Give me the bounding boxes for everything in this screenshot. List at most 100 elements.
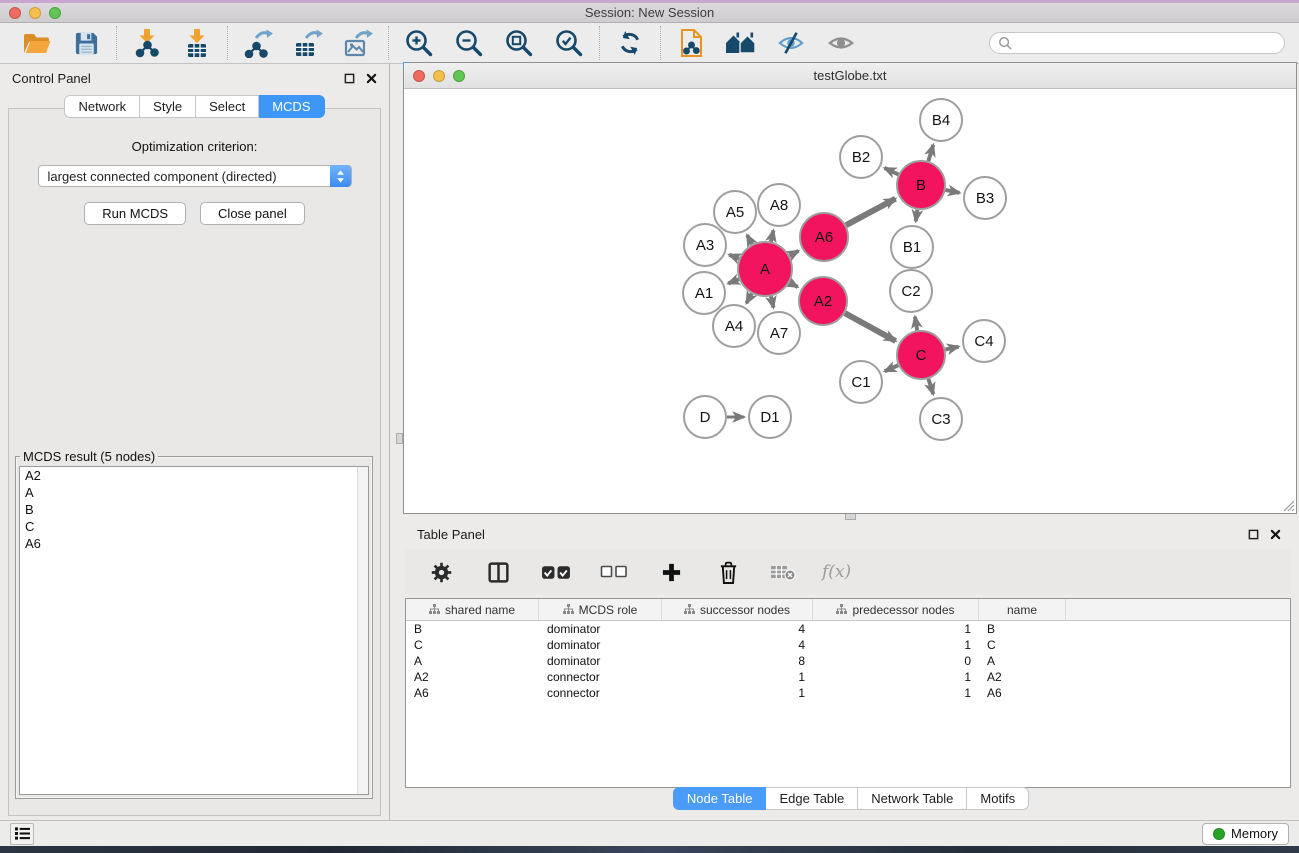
houses-icon[interactable] xyxy=(725,27,757,59)
result-item[interactable]: C xyxy=(20,518,368,535)
graph-edge-A-A2[interactable] xyxy=(790,283,798,287)
cell-shared-name[interactable]: C xyxy=(406,638,539,652)
graph-edge-C-C3[interactable] xyxy=(928,379,933,394)
zoom-fit-icon[interactable] xyxy=(503,27,535,59)
column-header-successor-nodes[interactable]: successor nodes xyxy=(662,599,813,620)
cell-name[interactable]: A6 xyxy=(979,686,1066,700)
graph-node-D[interactable]: D xyxy=(684,396,726,438)
cell-MCDS-role[interactable]: dominator xyxy=(539,654,662,668)
graph-edge-B-B1[interactable] xyxy=(916,210,918,222)
apply-layout-icon[interactable] xyxy=(614,27,646,59)
graph-node-A7[interactable]: A7 xyxy=(758,312,800,354)
deselect-all-columns-icon[interactable] xyxy=(598,556,630,588)
graph-edge-A-A8[interactable] xyxy=(771,230,773,241)
table-header-row[interactable]: shared nameMCDS rolesuccessor nodesprede… xyxy=(406,599,1290,621)
graph-node-A4[interactable]: A4 xyxy=(713,305,755,347)
optimization-criterion-select[interactable]: largest connected component (directed) xyxy=(38,165,352,187)
cell-shared-name[interactable]: A2 xyxy=(406,670,539,684)
graph-node-C[interactable]: C xyxy=(897,331,945,379)
graph-node-A[interactable]: A xyxy=(738,242,792,296)
export-network-icon[interactable] xyxy=(242,27,274,59)
graph-edge-C-C4[interactable] xyxy=(945,347,958,350)
graph-edge-B-B2[interactable] xyxy=(885,168,899,174)
graph-node-B3[interactable]: B3 xyxy=(964,177,1006,219)
cell-MCDS-role[interactable]: dominator xyxy=(539,638,662,652)
cell-predecessor-nodes[interactable]: 1 xyxy=(813,638,979,652)
result-item[interactable]: B xyxy=(20,501,368,518)
table-row-C[interactable]: Cdominator41C xyxy=(406,637,1290,653)
table-settings-gear-icon[interactable] xyxy=(425,556,457,588)
cell-successor-nodes[interactable]: 4 xyxy=(662,638,813,652)
result-item[interactable]: A2 xyxy=(20,467,368,484)
float-panel-icon[interactable] xyxy=(344,73,355,84)
search-box[interactable] xyxy=(989,32,1285,54)
network-canvas[interactable]: B4B2BB3A5A8A6B1A3AC2A1A2A4A7C4CC1DD1C3 xyxy=(404,89,1296,513)
graph-edge-B-B4[interactable] xyxy=(928,145,933,161)
graph-node-C1[interactable]: C1 xyxy=(840,361,882,403)
cell-successor-nodes[interactable]: 8 xyxy=(662,654,813,668)
graph-node-A5[interactable]: A5 xyxy=(714,191,756,233)
cell-MCDS-role[interactable]: dominator xyxy=(539,622,662,636)
column-header-shared-name[interactable]: shared name xyxy=(406,599,539,620)
network-window-titlebar[interactable]: testGlobe.txt xyxy=(404,63,1296,89)
graph-node-B[interactable]: B xyxy=(897,161,945,209)
graph-node-B4[interactable]: B4 xyxy=(920,99,962,141)
network-graph[interactable]: B4B2BB3A5A8A6B1A3AC2A1A2A4A7C4CC1DD1C3 xyxy=(404,89,1288,513)
graph-node-A2[interactable]: A2 xyxy=(799,277,847,325)
export-table-icon[interactable] xyxy=(292,27,324,59)
tab-network-table[interactable]: Network Table xyxy=(858,787,967,810)
cell-predecessor-nodes[interactable]: 1 xyxy=(813,670,979,684)
zoom-in-icon[interactable] xyxy=(403,27,435,59)
graph-node-A3[interactable]: A3 xyxy=(684,224,726,266)
cell-shared-name[interactable]: B xyxy=(406,622,539,636)
delete-column-trash-icon[interactable] xyxy=(712,556,744,588)
table-row-A2[interactable]: A2connector11A2 xyxy=(406,669,1290,685)
cell-name[interactable]: A2 xyxy=(979,670,1066,684)
graph-edge-C-C1[interactable] xyxy=(885,365,898,371)
column-header-name[interactable]: name xyxy=(979,599,1066,620)
column-header-MCDS-role[interactable]: MCDS role xyxy=(539,599,662,620)
graph-node-C2[interactable]: C2 xyxy=(890,270,932,312)
search-input[interactable] xyxy=(1013,36,1276,50)
graph-edge-A-A4[interactable] xyxy=(746,294,751,304)
zoom-out-icon[interactable] xyxy=(453,27,485,59)
graph-edge-A2-C[interactable] xyxy=(845,313,896,341)
graph-edge-C-C2[interactable] xyxy=(915,317,917,331)
create-column-plus-icon[interactable] xyxy=(655,556,687,588)
table-row-B[interactable]: Bdominator41B xyxy=(406,621,1290,637)
tab-edge-table[interactable]: Edge Table xyxy=(766,787,858,810)
zoom-selected-icon[interactable] xyxy=(553,27,585,59)
window-resize-grip[interactable] xyxy=(1282,499,1295,512)
cell-MCDS-role[interactable]: connector xyxy=(539,686,662,700)
cell-predecessor-nodes[interactable]: 1 xyxy=(813,622,979,636)
column-header-predecessor-nodes[interactable]: predecessor nodes xyxy=(813,599,979,620)
close-panel-button[interactable]: Close panel xyxy=(200,202,305,225)
cell-shared-name[interactable]: A xyxy=(406,654,539,668)
tab-style[interactable]: Style xyxy=(140,95,196,118)
cell-name[interactable]: C xyxy=(979,638,1066,652)
cell-name[interactable]: B xyxy=(979,622,1066,636)
function-builder-icon[interactable]: f(x) xyxy=(822,562,851,582)
delete-table-icon[interactable] xyxy=(769,556,797,588)
graph-edge-A-A7[interactable] xyxy=(771,296,773,307)
graph-edge-A-A5[interactable] xyxy=(747,235,752,244)
open-session-icon[interactable] xyxy=(20,27,52,59)
table-row-A6[interactable]: A6connector11A6 xyxy=(406,685,1290,701)
result-item[interactable]: A xyxy=(20,484,368,501)
tab-network[interactable]: Network xyxy=(64,95,140,118)
graph-node-C4[interactable]: C4 xyxy=(963,320,1005,362)
close-table-panel-icon[interactable] xyxy=(1270,529,1281,540)
import-table-icon[interactable] xyxy=(181,27,213,59)
eye-icon[interactable] xyxy=(825,27,857,59)
export-image-icon[interactable] xyxy=(342,27,374,59)
cell-predecessor-nodes[interactable]: 0 xyxy=(813,654,979,668)
cell-predecessor-nodes[interactable]: 1 xyxy=(813,686,979,700)
graph-edge-A-A6[interactable] xyxy=(790,251,799,256)
float-table-panel-icon[interactable] xyxy=(1248,529,1259,540)
select-all-columns-icon[interactable] xyxy=(539,556,573,588)
graph-node-D1[interactable]: D1 xyxy=(749,396,791,438)
graph-node-A8[interactable]: A8 xyxy=(758,184,800,226)
run-mcds-button[interactable]: Run MCDS xyxy=(84,202,186,225)
graph-node-A6[interactable]: A6 xyxy=(800,213,848,261)
task-history-button[interactable] xyxy=(10,823,34,845)
